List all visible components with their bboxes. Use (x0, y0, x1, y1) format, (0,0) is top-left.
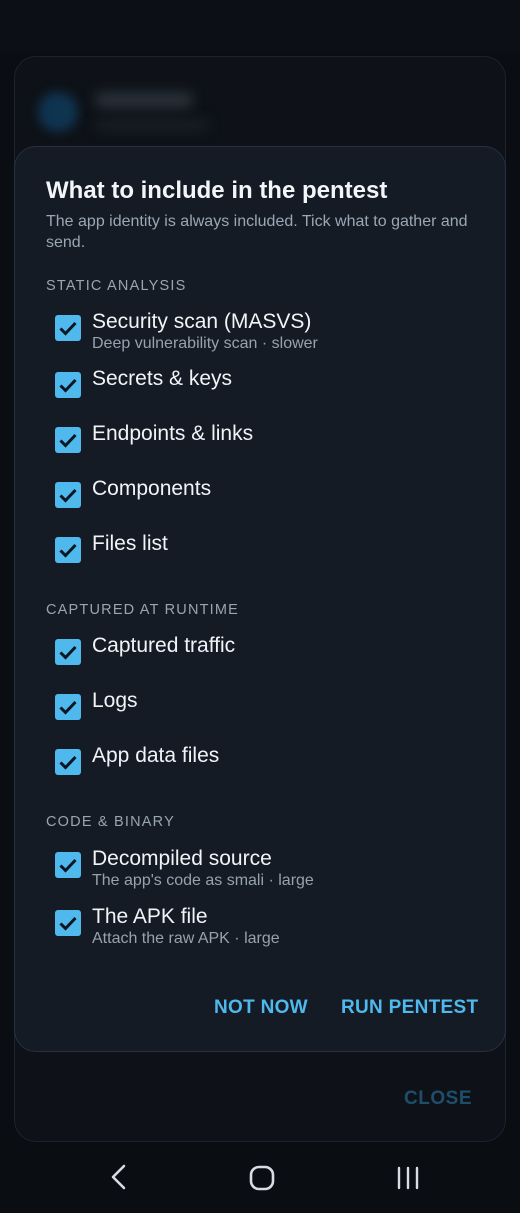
checkbox-checked-icon[interactable] (55, 639, 81, 665)
option-description: Deep vulnerability scan · slower (92, 335, 318, 352)
checkbox-checked-icon[interactable] (55, 372, 81, 398)
checkbox-checked-icon[interactable] (55, 537, 81, 563)
checkbox-checked-icon[interactable] (55, 315, 81, 341)
blurred-app-icon (38, 92, 78, 132)
status-bar (0, 0, 520, 52)
checkbox-checked-icon[interactable] (55, 910, 81, 936)
close-button[interactable]: CLOSE (404, 1088, 472, 1110)
option-description: Attach the raw APK · large (92, 930, 280, 947)
blurred-app-name (96, 92, 192, 108)
checkbox-checked-icon[interactable] (55, 482, 81, 508)
option-label: Files list (92, 532, 168, 555)
system-navigation-bar (0, 1142, 520, 1213)
checkbox-checked-icon[interactable] (55, 852, 81, 878)
option-label: Security scan (MASVS) (92, 310, 312, 333)
not-now-button[interactable]: NOT NOW (214, 997, 308, 1019)
option-label: The APK file (92, 905, 208, 928)
section-static-analysis: STATIC ANALYSIS (46, 278, 187, 294)
checkbox-checked-icon[interactable] (55, 694, 81, 720)
checkbox-checked-icon[interactable] (55, 427, 81, 453)
option-label: Logs (92, 689, 138, 712)
option-label: Decompiled source (92, 847, 272, 870)
home-icon[interactable] (248, 1164, 276, 1192)
section-code-binary: CODE & BINARY (46, 814, 175, 830)
section-captured-at-runtime: CAPTURED AT RUNTIME (46, 602, 240, 618)
blurred-app-meta (96, 120, 208, 130)
option-label: Captured traffic (92, 634, 236, 657)
checkbox-checked-icon[interactable] (55, 749, 81, 775)
pentest-options-dialog: What to include in the pentest The app i… (14, 146, 506, 1052)
option-description: The app's code as smali · large (92, 872, 314, 889)
recents-icon[interactable] (394, 1164, 422, 1192)
dialog-subtitle: The app identity is always included. Tic… (46, 213, 468, 251)
option-label: Secrets & keys (92, 367, 233, 390)
back-icon[interactable] (104, 1162, 132, 1192)
option-label: Endpoints & links (92, 422, 254, 445)
run-pentest-button[interactable]: RUN PENTEST (341, 997, 478, 1019)
dialog-title: What to include in the pentest (46, 177, 388, 204)
option-label: Components (92, 477, 212, 500)
option-label: App data files (92, 744, 220, 767)
